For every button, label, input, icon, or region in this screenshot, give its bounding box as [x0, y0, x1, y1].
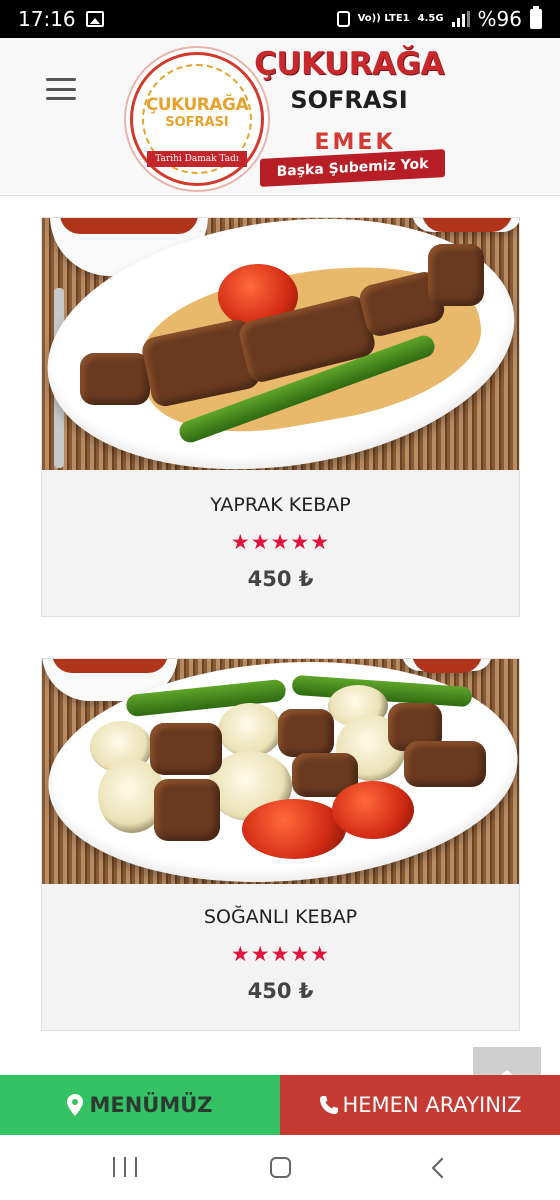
system-nav-bar	[0, 1135, 560, 1200]
hamburger-menu-icon[interactable]	[46, 78, 76, 100]
status-bar: 17:16 Vo)) LTE1 4.5G %96	[0, 0, 560, 38]
call-button[interactable]: HEMEN ARAYINIZ	[280, 1075, 560, 1135]
menu-button-label: MENÜMÜZ	[89, 1093, 213, 1117]
product-image	[42, 659, 519, 884]
rating-stars-icon: ★★★★★	[230, 943, 331, 966]
product-image	[42, 218, 519, 470]
site-header: ÇUKURAĞA SOFRASI Tarihi Damak Tadı ÇUKUR…	[0, 38, 560, 196]
call-button-label: HEMEN ARAYINIZ	[342, 1093, 522, 1117]
lock-icon	[336, 11, 350, 27]
product-price: 450 ₺	[247, 979, 314, 1003]
product-price: 450 ₺	[247, 567, 314, 591]
product-name[interactable]: YAPRAK KEBAP	[42, 494, 519, 516]
logo-subtitle: SOFRASI	[290, 86, 408, 114]
logo[interactable]: ÇUKURAĞA SOFRASI Tarihi Damak Tadı ÇUKUR…	[130, 46, 450, 188]
network-type-indicator: 4.5G	[417, 13, 444, 24]
product-card[interactable]: SOĞANLI KEBAP ★★★★★ 450 ₺	[41, 658, 520, 1031]
logo-title: ÇUKURAĞA	[254, 46, 444, 82]
signal-icon	[451, 11, 470, 27]
rating-stars-icon: ★★★★★	[230, 531, 331, 554]
gallery-notification-icon	[85, 11, 104, 27]
product-info: SOĞANLI KEBAP ★★★★★ 450 ₺	[42, 906, 519, 1003]
product-name[interactable]: SOĞANLI KEBAP	[42, 906, 519, 928]
back-icon[interactable]	[430, 1157, 444, 1179]
badge-ribbon: Tarihi Damak Tadı	[147, 151, 247, 167]
action-bar: MENÜMÜZ HEMEN ARAYINIZ	[0, 1075, 560, 1135]
status-indicators: Vo)) LTE1 4.5G %96	[336, 6, 542, 31]
product-info: YAPRAK KEBAP ★★★★★ 450 ₺	[42, 494, 519, 591]
menu-button[interactable]: MENÜMÜZ	[0, 1075, 280, 1135]
status-time: 17:16	[18, 7, 76, 31]
map-pin-icon	[67, 1094, 84, 1116]
volte-indicator: Vo)) LTE1	[357, 13, 410, 24]
badge-title: ÇUKURAĞA	[145, 95, 249, 115]
battery-percent: %96	[477, 7, 522, 31]
battery-icon	[530, 6, 542, 29]
badge-subtitle: SOFRASI	[165, 115, 229, 130]
home-icon[interactable]	[270, 1157, 291, 1178]
recent-apps-icon[interactable]	[113, 1157, 137, 1177]
product-card[interactable]: YAPRAK KEBAP ★★★★★ 450 ₺	[41, 217, 520, 617]
phone-icon	[319, 1096, 338, 1114]
